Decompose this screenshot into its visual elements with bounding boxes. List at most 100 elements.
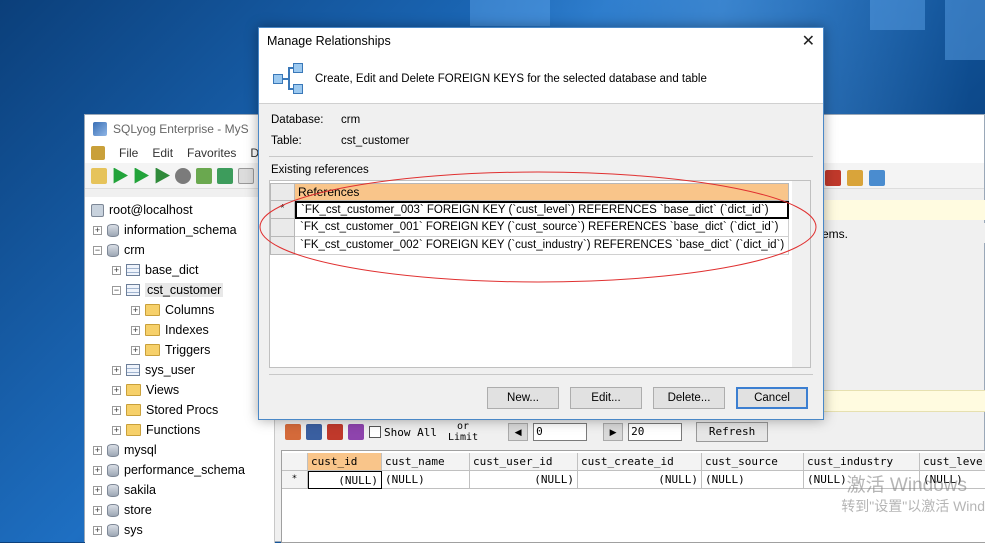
explain-icon[interactable] [175, 167, 191, 184]
references-scrollbar[interactable] [792, 181, 810, 367]
close-icon[interactable]: ✕ [802, 31, 815, 51]
expand-icon[interactable]: + [93, 445, 102, 455]
table-cell[interactable]: (NULL) [578, 471, 702, 489]
reference-row[interactable]: * `FK_cst_customer_003` FOREIGN KEY (`cu… [270, 201, 789, 219]
tree-item[interactable]: + base_dict [112, 260, 199, 280]
schema-designer-icon[interactable] [825, 170, 841, 186]
app-title: SQLyog Enterprise - MyS [113, 122, 249, 136]
column-header[interactable]: cust_source [702, 453, 804, 471]
relationships-icon[interactable] [869, 170, 885, 186]
next-page-button[interactable]: ▶ [603, 423, 624, 441]
stop-icon[interactable] [196, 167, 212, 184]
expand-icon[interactable]: + [93, 465, 102, 475]
expand-icon[interactable]: + [131, 345, 140, 355]
menu-favorites[interactable]: Favorites [187, 146, 236, 160]
reference-cell[interactable]: `FK_cst_customer_003` FOREIGN KEY (`cust… [295, 201, 789, 219]
tree-item[interactable]: − crm [93, 240, 145, 260]
show-all-toggle[interactable]: Show All [369, 426, 437, 439]
expand-icon[interactable]: + [93, 505, 102, 515]
tree-item[interactable]: + Triggers [131, 340, 210, 360]
edit-button[interactable]: Edit... [570, 387, 642, 409]
tree-item[interactable]: + Functions [112, 420, 200, 440]
new-connection-icon[interactable] [91, 167, 107, 184]
reference-cell[interactable]: `FK_cst_customer_001` FOREIGN KEY (`cust… [295, 219, 789, 237]
object-browser: root@localhost + information_schema − crm + ba… [85, 197, 275, 543]
existing-references-label: Existing references [271, 164, 369, 176]
show-all-checkbox[interactable] [369, 426, 381, 438]
column-header[interactable]: cust_leve [920, 453, 985, 471]
prev-page-button[interactable]: ◀ [508, 423, 529, 441]
execute-all-icon[interactable] [134, 167, 149, 184]
tree-item[interactable]: + store [93, 500, 152, 520]
table-icon [126, 364, 140, 376]
column-header[interactable]: cust_user_id [470, 453, 578, 471]
menu-file[interactable]: File [119, 146, 138, 160]
folder-icon [126, 424, 141, 436]
expand-icon[interactable]: + [112, 265, 121, 275]
tree-item[interactable]: + Stored Procs [112, 400, 218, 420]
cancel-changes-icon[interactable] [348, 424, 364, 440]
tree-item[interactable]: root@localhost [91, 200, 193, 220]
or-text: or [457, 421, 470, 432]
menu-edit[interactable]: Edit [152, 146, 173, 160]
expand-icon[interactable]: + [93, 225, 102, 235]
toolbar-dropdown-icon[interactable] [238, 167, 254, 184]
column-header[interactable]: cust_name [382, 453, 470, 471]
references-column-header[interactable]: References [295, 183, 789, 201]
collapse-icon[interactable]: − [93, 245, 102, 255]
desktop-window-pane [945, 0, 985, 60]
refresh-button[interactable]: Refresh [696, 422, 769, 442]
expand-icon[interactable]: + [131, 325, 140, 335]
expand-icon[interactable]: + [112, 405, 121, 415]
row-marker [270, 237, 295, 255]
refresh-icon[interactable] [217, 167, 233, 184]
column-header[interactable]: cust_id [308, 453, 382, 471]
tree-item[interactable]: − cst_customer [112, 280, 224, 300]
tree-item[interactable]: + Indexes [131, 320, 209, 340]
connection-icon[interactable] [91, 146, 105, 160]
tree-item[interactable]: + sakila [93, 480, 156, 500]
offset-field[interactable]: 0 [533, 423, 588, 441]
tree-item-label: Views [146, 383, 180, 397]
execute-edit-icon[interactable] [155, 167, 170, 184]
tree-item[interactable]: + performance_schema [93, 460, 245, 480]
expand-icon[interactable]: + [112, 365, 121, 375]
tree-item[interactable]: + sys_user [112, 360, 195, 380]
expand-icon[interactable]: + [112, 425, 121, 435]
reference-row[interactable]: `FK_cst_customer_001` FOREIGN KEY (`cust… [270, 219, 789, 237]
database-icon [107, 443, 119, 457]
reference-row[interactable]: `FK_cst_customer_002` FOREIGN KEY (`cust… [270, 237, 789, 255]
tree-item[interactable]: + information_schema [93, 220, 237, 240]
folder-icon [126, 404, 141, 416]
new-button[interactable]: New... [487, 387, 559, 409]
collapse-icon[interactable]: − [112, 285, 121, 295]
tree-item[interactable]: + sys [93, 520, 143, 540]
table-cell[interactable]: (NULL) [308, 471, 382, 489]
expand-icon[interactable]: + [93, 525, 102, 535]
new-row-marker: * [282, 471, 308, 489]
tree-item[interactable]: + mysql [93, 440, 157, 460]
export-icon[interactable] [285, 424, 301, 440]
expand-icon[interactable]: + [112, 385, 121, 395]
expand-icon[interactable]: + [131, 305, 140, 315]
table-value: cst_customer [341, 135, 410, 147]
tree-item-label: sys [124, 523, 143, 537]
tree-item[interactable]: + Views [112, 380, 179, 400]
query-builder-icon[interactable] [847, 170, 863, 186]
delete-row-icon[interactable] [327, 424, 343, 440]
reference-cell[interactable]: `FK_cst_customer_002` FOREIGN KEY (`cust… [295, 237, 789, 255]
tree-item[interactable]: + Columns [131, 300, 214, 320]
save-icon[interactable] [306, 424, 322, 440]
table-cell[interactable]: (NULL) [470, 471, 578, 489]
limit-field[interactable]: 20 [628, 423, 683, 441]
table-label: Table: [271, 135, 302, 147]
cancel-button[interactable]: Cancel [736, 387, 808, 409]
execute-query-icon[interactable] [113, 167, 128, 184]
expand-icon[interactable]: + [93, 485, 102, 495]
column-header[interactable]: cust_create_id [578, 453, 702, 471]
result-grid-header: cust_id cust_name cust_user_id cust_crea… [282, 453, 985, 471]
column-header[interactable]: cust_industry [804, 453, 920, 471]
table-cell[interactable]: (NULL) [382, 471, 470, 489]
table-cell[interactable]: (NULL) [702, 471, 804, 489]
delete-button[interactable]: Delete... [653, 387, 725, 409]
